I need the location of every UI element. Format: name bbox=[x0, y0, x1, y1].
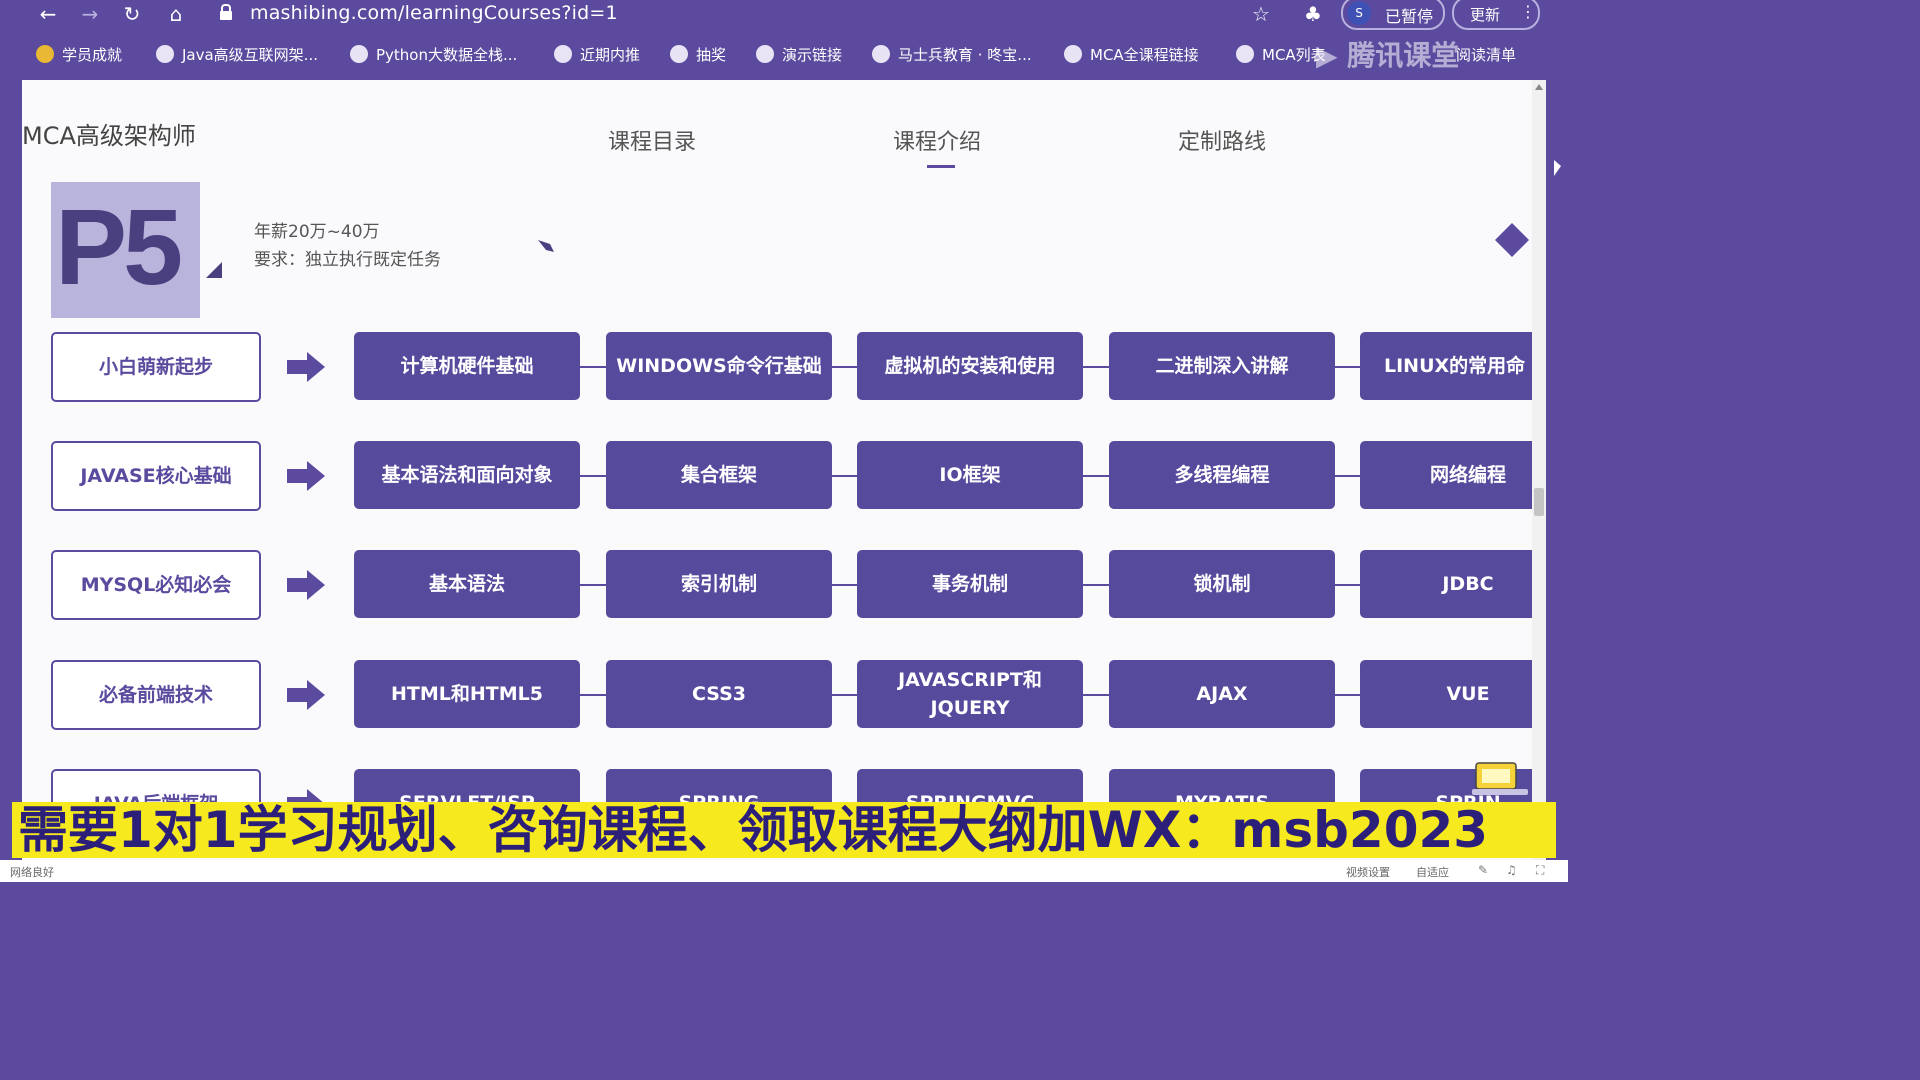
roadmap-row: 必备前端技术 HTML和HTML5 CSS3 JAVASCRIPT和JQUERY… bbox=[22, 660, 1532, 730]
topic-pill[interactable]: 多线程编程 bbox=[1109, 441, 1335, 509]
arrow-right-icon bbox=[287, 352, 325, 382]
roadmap-row: 小白萌新起步 计算机硬件基础 WINDOWS命令行基础 虚拟机的安装和使用 二进… bbox=[22, 332, 1532, 402]
pen-cursor-icon bbox=[538, 240, 554, 252]
bookmark-item[interactable]: Python大数据全栈... bbox=[350, 44, 517, 65]
diamond-icon[interactable] bbox=[1495, 223, 1529, 257]
arrow-right-icon bbox=[287, 461, 325, 491]
roadmap-row: MYSQL必知必会 基本语法 索引机制 事务机制 锁机制 JDBC bbox=[22, 550, 1532, 620]
globe-icon bbox=[872, 45, 890, 63]
level-label: P5 bbox=[55, 186, 183, 307]
topic-pill[interactable]: JAVASCRIPT和JQUERY bbox=[857, 660, 1083, 728]
topic-pill[interactable]: 网络编程 bbox=[1360, 441, 1532, 509]
tab-course-intro[interactable]: 课程介绍 bbox=[893, 124, 981, 168]
bookmark-item[interactable]: 抽奖 bbox=[670, 44, 726, 65]
bookmark-item[interactable]: 近期内推 bbox=[554, 44, 640, 65]
reading-list[interactable]: 阅读清单 bbox=[1456, 44, 1516, 65]
topic-pill[interactable]: 计算机硬件基础 bbox=[354, 332, 580, 400]
topic-pill[interactable]: 索引机制 bbox=[606, 550, 832, 618]
category-button[interactable]: MYSQL必知必会 bbox=[51, 550, 261, 620]
mouse-pointer-icon bbox=[1554, 160, 1561, 176]
avatar: S bbox=[1347, 1, 1371, 25]
profile-button[interactable]: S 已暂停 bbox=[1341, 0, 1445, 30]
scrollbar-thumb[interactable] bbox=[1534, 488, 1544, 516]
arrow-right-icon bbox=[287, 680, 325, 710]
category-button[interactable]: JAVASE核心基础 bbox=[51, 441, 261, 511]
page-title: MCA高级架构师 bbox=[22, 122, 196, 150]
page-scrollbar[interactable] bbox=[1532, 80, 1546, 860]
globe-icon bbox=[670, 45, 688, 63]
category-button[interactable]: 小白萌新起步 bbox=[51, 332, 261, 402]
corner-triangle-icon bbox=[206, 262, 222, 278]
bookmark-icon bbox=[1064, 45, 1082, 63]
update-button[interactable]: 更新 ⋮ bbox=[1452, 0, 1540, 30]
adaptive-button[interactable]: 自适应 bbox=[1416, 864, 1449, 880]
tab-course-catalog[interactable]: 课程目录 bbox=[608, 124, 696, 156]
update-label: 更新 bbox=[1470, 6, 1501, 24]
globe-icon bbox=[756, 45, 774, 63]
topic-pill[interactable]: VUE bbox=[1360, 660, 1532, 728]
bookmark-icon bbox=[350, 45, 368, 63]
browser-chrome: ← → ↻ ⌂ mashibing.com/learningCourses?id… bbox=[0, 0, 1568, 80]
topic-pill[interactable]: 集合框架 bbox=[606, 441, 832, 509]
bookmarks-bar: 学员成就 Java高级互联网架... Python大数据全栈... 近期内推 抽… bbox=[36, 44, 1536, 70]
profile-status: 已暂停 bbox=[1385, 7, 1434, 26]
bookmark-item[interactable]: 学员成就 bbox=[36, 44, 122, 65]
topic-pill[interactable]: JDBC bbox=[1360, 550, 1532, 618]
scroll-up-icon[interactable] bbox=[1535, 84, 1543, 90]
more-menu-icon[interactable]: ⋮ bbox=[1520, 2, 1536, 21]
bookmark-icon bbox=[554, 45, 572, 63]
address-bar[interactable]: mashibing.com/learningCourses?id=1 bbox=[212, 0, 1292, 28]
topic-pill[interactable]: CSS3 bbox=[606, 660, 832, 728]
volume-icon[interactable]: ♫ bbox=[1506, 864, 1518, 876]
topic-pill[interactable]: 基本语法 bbox=[354, 550, 580, 618]
bookmark-item[interactable]: 马士兵教育 · 咚宝... bbox=[872, 44, 1032, 65]
promo-banner: 需要1对1学习规划、咨询课程、领取课程大纲加WX：msb2023 bbox=[12, 802, 1556, 858]
topic-pill[interactable]: AJAX bbox=[1109, 660, 1335, 728]
reload-icon[interactable]: ↻ bbox=[118, 2, 146, 26]
bookmark-star-icon[interactable]: ☆ bbox=[1252, 2, 1270, 26]
level-badge: P5 bbox=[51, 182, 200, 318]
fullscreen-icon[interactable]: ⛶ bbox=[1536, 864, 1548, 876]
topic-pill[interactable]: 虚拟机的安装和使用 bbox=[857, 332, 1083, 400]
bookmark-item[interactable]: 演示链接 bbox=[756, 44, 842, 65]
video-settings-button[interactable]: 视频设置 bbox=[1346, 864, 1390, 880]
roadmap-row: JAVASE核心基础 基本语法和面向对象 集合框架 IO框架 多线程编程 网络编… bbox=[22, 441, 1532, 511]
extensions-icon[interactable]: ♣ bbox=[1304, 2, 1322, 26]
network-status: 网络良好 bbox=[10, 866, 54, 879]
topic-pill[interactable]: HTML和HTML5 bbox=[354, 660, 580, 728]
topic-pill[interactable]: 二进制深入讲解 bbox=[1109, 332, 1335, 400]
arrow-right-icon bbox=[287, 570, 325, 600]
bookmark-icon bbox=[36, 45, 54, 63]
bookmark-item[interactable]: Java高级互联网架... bbox=[156, 44, 318, 65]
bookmark-icon bbox=[1236, 45, 1254, 63]
home-icon[interactable]: ⌂ bbox=[162, 2, 190, 26]
brush-icon[interactable]: ✎ bbox=[1478, 864, 1490, 876]
bookmark-icon bbox=[156, 45, 174, 63]
player-statusbar: 网络良好 视频设置 自适应 ✎ ♫ ⛶ bbox=[0, 860, 1568, 882]
topic-pill[interactable]: 事务机制 bbox=[857, 550, 1083, 618]
category-button[interactable]: 必备前端技术 bbox=[51, 660, 261, 730]
tab-custom-route[interactable]: 定制路线 bbox=[1178, 124, 1266, 156]
url-text: mashibing.com/learningCourses?id=1 bbox=[250, 2, 618, 24]
forward-icon[interactable]: → bbox=[76, 2, 104, 26]
requirement-text: 要求：独立执行既定任务 bbox=[254, 250, 441, 270]
topic-pill[interactable]: LINUX的常用命 bbox=[1360, 332, 1532, 400]
back-icon[interactable]: ← bbox=[34, 2, 62, 26]
mascot-illustration bbox=[1472, 762, 1528, 795]
topic-pill[interactable]: 锁机制 bbox=[1109, 550, 1335, 618]
topic-pill[interactable]: 基本语法和面向对象 bbox=[354, 441, 580, 509]
lock-icon bbox=[220, 4, 232, 20]
salary-text: 年薪20万~40万 bbox=[254, 222, 380, 242]
bookmark-item[interactable]: MCA全课程链接 bbox=[1064, 44, 1199, 65]
bookmark-item[interactable]: MCA列表 bbox=[1236, 44, 1326, 65]
topic-pill[interactable]: WINDOWS命令行基础 bbox=[606, 332, 832, 400]
topic-pill[interactable]: IO框架 bbox=[857, 441, 1083, 509]
watermark-logo: ▶ 腾讯课堂 bbox=[1316, 39, 1460, 72]
course-page: MCA高级架构师 课程目录 课程介绍 定制路线 P5 年薪20万~40万 要求：… bbox=[22, 80, 1532, 860]
